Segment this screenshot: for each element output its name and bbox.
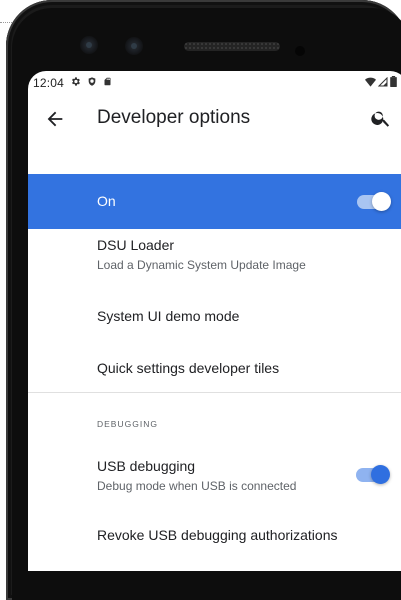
- item-title: Revoke USB debugging authorizations: [97, 527, 338, 543]
- status-time: 12:04: [33, 76, 65, 90]
- master-switch-row[interactable]: On: [28, 174, 401, 229]
- sd-card-icon: [103, 76, 112, 90]
- status-right-icons: [365, 76, 397, 90]
- proximity-sensor: [295, 46, 305, 56]
- gear-icon: [70, 76, 81, 90]
- search-icon[interactable]: [370, 107, 394, 131]
- toggle-thumb: [371, 465, 390, 484]
- item-title: USB debugging: [97, 458, 196, 474]
- item-title: DSU Loader: [97, 237, 175, 253]
- front-sensor-icon: [125, 37, 143, 55]
- list-item-quick-settings-tiles[interactable]: Quick settings developer tiles: [28, 360, 401, 390]
- usb-debugging-toggle-switch[interactable]: [356, 464, 390, 484]
- item-title: System UI demo mode: [97, 308, 240, 324]
- app-bar: Developer options: [28, 95, 401, 173]
- status-bar: 12:04: [28, 71, 401, 95]
- battery-icon: [390, 76, 397, 90]
- list-item-usb-debugging[interactable]: USB debugging Debug mode when USB is con…: [28, 458, 401, 506]
- list-item-dsu-loader[interactable]: DSU Loader Load a Dynamic System Update …: [28, 237, 401, 291]
- shield-icon: [87, 76, 97, 90]
- earpiece-speaker: [184, 42, 280, 51]
- section-header-debugging: DEBUGGING: [97, 419, 158, 429]
- list-item-system-ui-demo-mode[interactable]: System UI demo mode: [28, 308, 401, 338]
- list-item-revoke-usb-authorizations[interactable]: Revoke USB debugging authorizations: [28, 527, 401, 557]
- item-subtitle: Load a Dynamic System Update Image: [97, 258, 306, 272]
- page-title: Developer options: [97, 107, 251, 128]
- master-switch-label: On: [97, 193, 116, 209]
- wifi-icon: [365, 76, 376, 90]
- item-title: Quick settings developer tiles: [97, 360, 280, 376]
- master-toggle-switch[interactable]: [357, 191, 391, 211]
- signal-icon: [377, 76, 388, 90]
- section-divider: [28, 392, 401, 393]
- front-camera-icon: [80, 36, 98, 54]
- device-screen: 12:04 Developer options On DSU Loader Lo…: [28, 71, 401, 571]
- item-subtitle: Debug mode when USB is connected: [97, 479, 297, 493]
- back-arrow-icon[interactable]: [44, 107, 68, 131]
- toggle-thumb: [372, 192, 391, 211]
